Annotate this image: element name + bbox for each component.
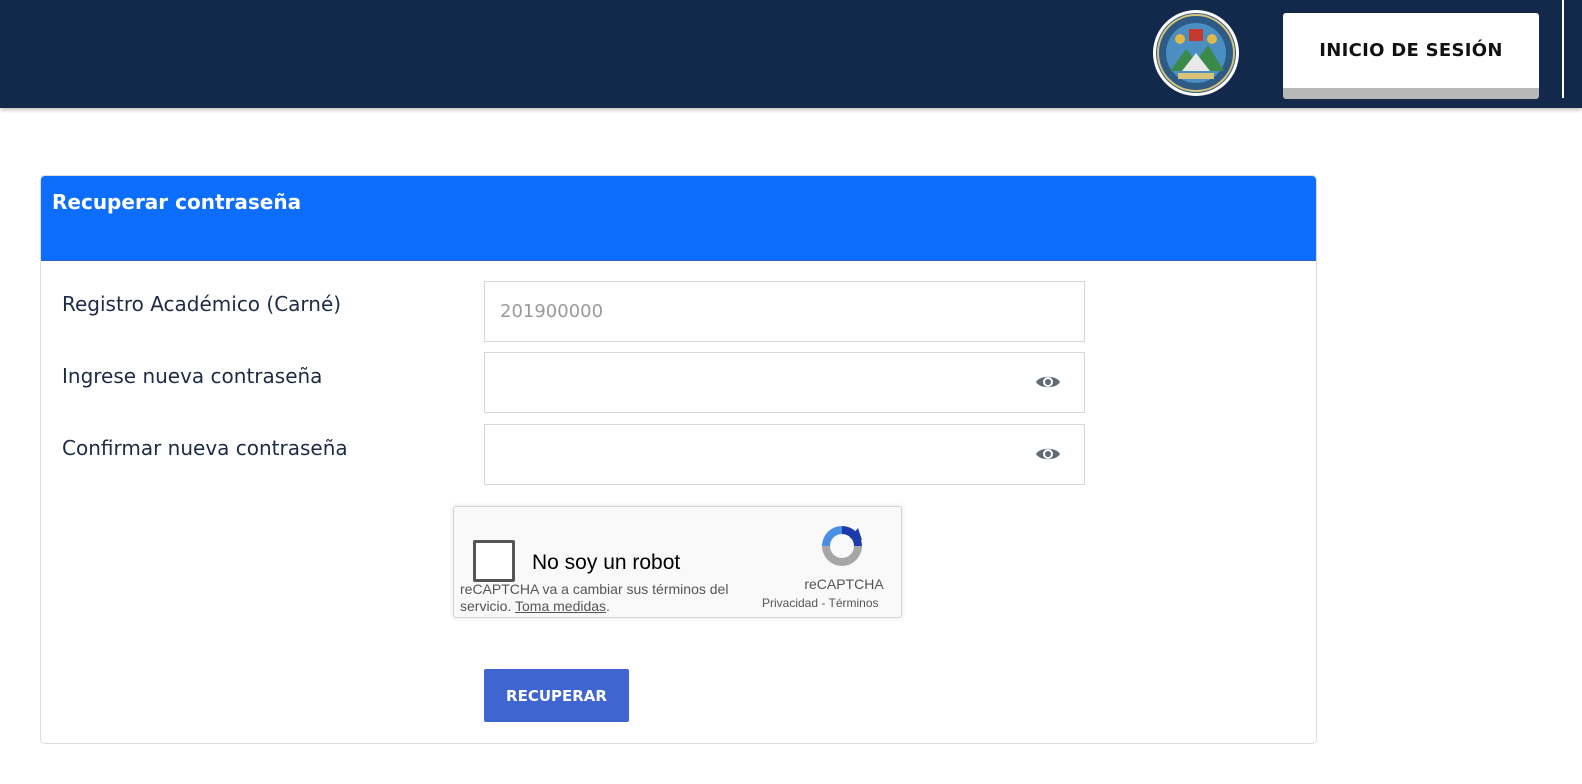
recaptcha-label: No soy un robot xyxy=(532,551,681,574)
recaptcha-widget: No soy un robot reCAPTCHA Privacidad - T… xyxy=(453,506,902,618)
recaptcha-links: Privacidad - Términos xyxy=(762,596,879,610)
navbar-divider xyxy=(1562,0,1564,98)
recaptcha-logo-icon xyxy=(822,526,862,566)
top-navbar: INICIO DE SESIÓN xyxy=(0,0,1582,108)
recaptcha-notice: reCAPTCHA va a cambiar sus términos del … xyxy=(460,581,750,615)
eye-icon[interactable] xyxy=(1035,373,1061,391)
recaptcha-separator: - xyxy=(821,596,826,610)
university-seal-icon[interactable] xyxy=(1152,9,1240,97)
carne-input[interactable] xyxy=(484,281,1085,342)
recaptcha-terms-link[interactable]: Términos xyxy=(829,596,879,610)
confirm-password-input[interactable] xyxy=(484,424,1085,485)
new-password-label: Ingrese nueva contraseña xyxy=(62,364,323,388)
carne-label: Registro Académico (Carné) xyxy=(62,292,342,316)
login-button[interactable]: INICIO DE SESIÓN xyxy=(1283,13,1539,99)
recaptcha-checkbox[interactable] xyxy=(473,540,515,582)
recaptcha-brand: reCAPTCHA xyxy=(804,576,884,592)
recaptcha-action-link[interactable]: Toma medidas xyxy=(515,598,606,614)
recaptcha-privacy-link[interactable]: Privacidad xyxy=(762,596,818,610)
recover-password-card: Recuperar contraseña Registro Académico … xyxy=(40,175,1317,744)
confirm-password-label: Confirmar nueva contraseña xyxy=(62,436,348,460)
eye-icon[interactable] xyxy=(1035,445,1061,463)
recover-button[interactable]: RECUPERAR xyxy=(484,669,629,722)
card-title: Recuperar contraseña xyxy=(52,190,302,214)
recaptcha-notice-end: . xyxy=(606,598,610,614)
new-password-input[interactable] xyxy=(484,352,1085,413)
card-header: Recuperar contraseña xyxy=(41,176,1316,261)
